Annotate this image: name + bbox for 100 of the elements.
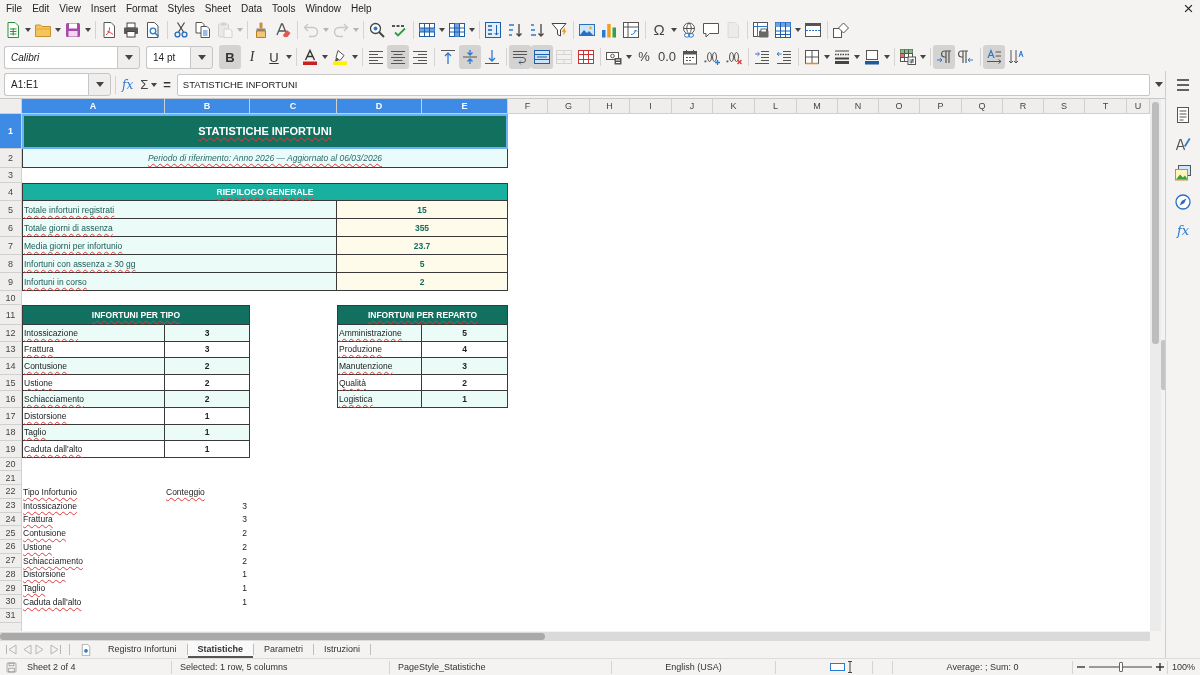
horizontal-scrollbar[interactable]: [0, 631, 1150, 641]
bold-button[interactable]: B: [219, 45, 241, 69]
freeze-rows-icon[interactable]: [775, 22, 791, 38]
menu-item[interactable]: Styles: [162, 3, 200, 14]
underline-button[interactable]: U: [263, 45, 285, 69]
pdf-document-icon[interactable]: [101, 22, 117, 38]
text-horizontal-button[interactable]: [983, 45, 1006, 69]
column-header[interactable]: F: [508, 99, 548, 114]
bar-chart-icon[interactable]: [601, 22, 617, 38]
left-to-right-button[interactable]: [933, 45, 956, 69]
delete-decimal-icon[interactable]: [726, 49, 743, 65]
sidebar-handle[interactable]: [1161, 340, 1165, 390]
column-header[interactable]: U: [1127, 99, 1150, 114]
omega-icon[interactable]: Ω: [651, 22, 667, 38]
merge-and-center-button[interactable]: [531, 45, 553, 69]
caret-icon[interactable]: [795, 28, 801, 32]
table-columns-icon[interactable]: [449, 22, 465, 38]
function-wizard-icon[interactable]: fx: [122, 77, 134, 92]
row-header[interactable]: 30: [0, 595, 22, 609]
sheet-tab[interactable]: Parametri: [254, 641, 314, 658]
menu-item[interactable]: Sheet: [199, 3, 236, 14]
images-icon[interactable]: [1175, 165, 1191, 181]
formula-icon[interactable]: =: [163, 77, 171, 92]
row-header[interactable]: 6: [0, 219, 22, 237]
caret-icon[interactable]: [55, 28, 61, 32]
increase-indent-icon[interactable]: [754, 49, 771, 65]
copy-documents-icon[interactable]: [195, 22, 211, 38]
slider-thumb[interactable]: [1118, 662, 1123, 672]
scissors-icon[interactable]: [173, 22, 189, 38]
sheet-tab[interactable]: Registro Infortuni: [98, 641, 187, 658]
minus-icon[interactable]: [1077, 663, 1085, 671]
close-icon[interactable]: [1184, 4, 1193, 13]
paintbrush-icon[interactable]: [253, 22, 269, 38]
table-rows-icon[interactable]: [419, 22, 435, 38]
dropdown-button[interactable]: [88, 73, 111, 96]
column-header[interactable]: J: [672, 99, 713, 114]
banknote-icon[interactable]: [606, 49, 622, 65]
row-header[interactable]: 26: [0, 540, 22, 554]
caret-icon[interactable]: [671, 28, 677, 32]
page-style-text[interactable]: PageStyle_Statistiche: [398, 662, 486, 672]
caret-icon[interactable]: [439, 28, 445, 32]
pivot-table-icon[interactable]: [623, 22, 639, 38]
printer-icon[interactable]: [123, 22, 139, 38]
sort-ascending-icon[interactable]: [507, 22, 523, 38]
calendar-icon[interactable]: [682, 49, 699, 65]
column-header[interactable]: T: [1085, 99, 1127, 114]
menu-item[interactable]: Tools: [267, 3, 301, 14]
column-header[interactable]: R: [1003, 99, 1044, 114]
row-header[interactable]: 21: [0, 471, 22, 485]
menu-item[interactable]: Window: [300, 3, 346, 14]
row-header[interactable]: 4: [0, 183, 22, 201]
document-lines-icon[interactable]: [1175, 107, 1191, 123]
caret-icon[interactable]: [854, 55, 861, 59]
column-header[interactable]: I: [630, 99, 672, 114]
caret-icon[interactable]: [884, 55, 891, 59]
row-header[interactable]: 11: [0, 305, 22, 325]
align-center-button[interactable]: [387, 45, 409, 69]
row-header[interactable]: 12: [0, 325, 22, 342]
functions-icon[interactable]: fx: [1176, 223, 1190, 239]
highlighter-icon[interactable]: [332, 49, 348, 65]
borders-icon[interactable]: [804, 49, 821, 65]
decrease-indent-icon[interactable]: [776, 49, 793, 65]
formula-input[interactable]: STATISTICHE INFORTUNI: [176, 73, 1150, 96]
italic-button[interactable]: I: [241, 45, 263, 69]
colored-table-icon[interactable]: [900, 49, 917, 65]
zoom-level-text[interactable]: 100%: [1172, 662, 1196, 672]
row-header[interactable]: 7: [0, 237, 22, 255]
document-magnifier-icon[interactable]: [145, 22, 161, 38]
sort-icon[interactable]: [485, 22, 501, 38]
image-icon[interactable]: [579, 22, 595, 38]
add-decimal-icon[interactable]: [704, 49, 721, 65]
caret-icon[interactable]: [151, 82, 158, 87]
row-header[interactable]: 5: [0, 201, 22, 219]
decimal-format-icon[interactable]: 0.0: [658, 49, 677, 65]
percent-icon[interactable]: %: [636, 49, 652, 65]
row-header[interactable]: 29: [0, 581, 22, 595]
column-header[interactable]: M: [797, 99, 838, 114]
vertical-scrollbar[interactable]: [1150, 99, 1161, 631]
search-icon[interactable]: [369, 22, 385, 38]
menu-item[interactable]: Insert: [85, 3, 121, 14]
unmerge-cells-icon[interactable]: [578, 49, 594, 65]
letter-pen-icon[interactable]: [1175, 136, 1191, 152]
column-header[interactable]: N: [838, 99, 879, 114]
globe-link-icon[interactable]: [681, 22, 697, 38]
caret-icon[interactable]: [85, 28, 91, 32]
menu-item[interactable]: View: [54, 3, 86, 14]
caret-icon[interactable]: [286, 55, 292, 59]
menu-item[interactable]: File: [1, 3, 28, 14]
menu-item[interactable]: Edit: [27, 3, 55, 14]
font-color-icon[interactable]: [302, 49, 318, 65]
row-header[interactable]: 22: [0, 485, 22, 499]
menu-item[interactable]: Data: [235, 3, 268, 14]
row-header[interactable]: 3: [0, 168, 22, 183]
caret-icon[interactable]: [322, 55, 328, 59]
compass-icon[interactable]: [1175, 194, 1191, 210]
row-header[interactable]: 25: [0, 526, 22, 540]
column-header[interactable]: G: [548, 99, 590, 114]
caret-icon[interactable]: [25, 28, 31, 32]
row-header[interactable]: 2: [0, 149, 22, 168]
dropdown-button[interactable]: [190, 45, 213, 69]
